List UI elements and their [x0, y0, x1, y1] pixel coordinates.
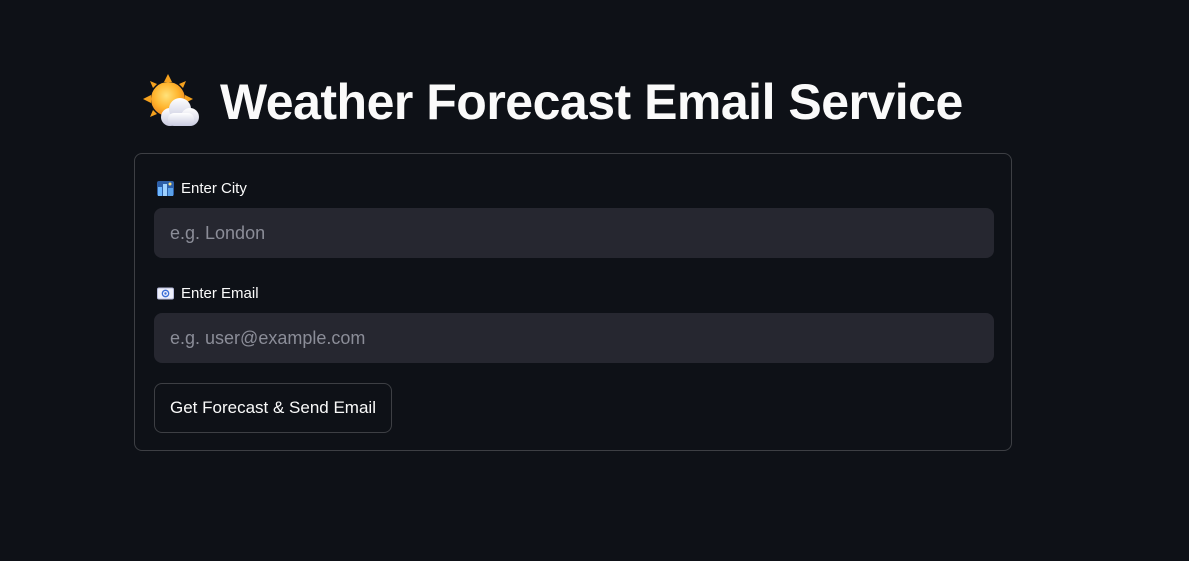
city-label-text: Enter City	[181, 179, 247, 197]
city-field-label: Enter City	[157, 178, 247, 198]
forecast-form: Enter City Enter Email Get Forecast & Se…	[134, 153, 1012, 451]
email-input[interactable]	[154, 313, 994, 363]
cityscape-icon	[157, 180, 174, 196]
email-icon	[157, 287, 174, 299]
page-header: Weather Forecast Email Service	[142, 70, 963, 134]
page-title: Weather Forecast Email Service	[220, 74, 963, 130]
email-label-text: Enter Email	[181, 284, 259, 302]
email-field-label: Enter Email	[157, 283, 259, 303]
get-forecast-send-email-button[interactable]: Get Forecast & Send Email	[154, 383, 392, 433]
city-input[interactable]	[154, 208, 994, 258]
sun-behind-cloud-icon	[143, 74, 199, 126]
app-page: Weather Forecast Email Service Enter Cit…	[0, 0, 1189, 561]
